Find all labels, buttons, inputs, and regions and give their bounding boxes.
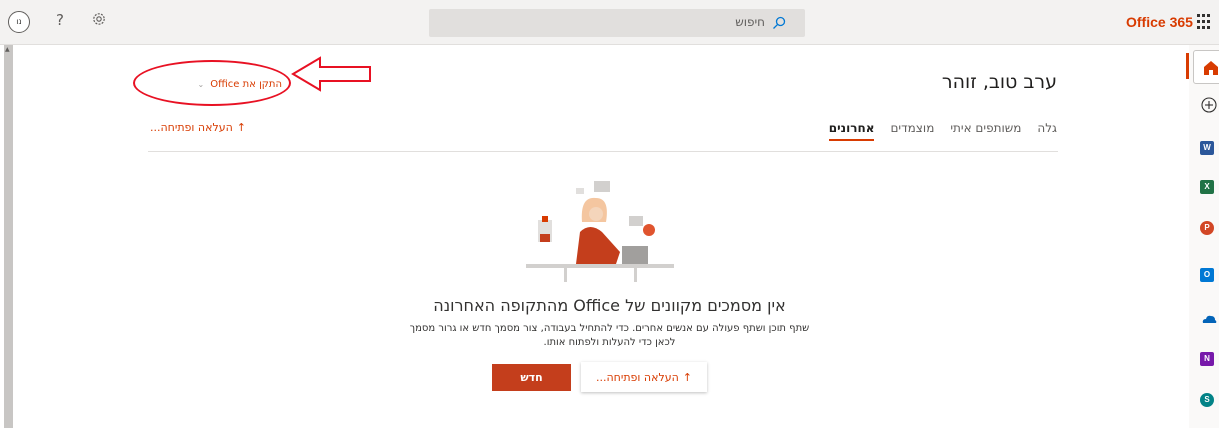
excel-icon: X [1200, 180, 1214, 194]
rail-item-add[interactable] [1200, 96, 1218, 114]
home-icon [1204, 61, 1218, 75]
upload-open-button[interactable]: ↑ העלאה ופתיחה... [581, 362, 707, 392]
sharepoint-icon: S [1200, 393, 1214, 407]
callout-arrow-icon [291, 56, 371, 92]
search-box[interactable]: חיפוש [429, 9, 805, 37]
empty-state-description: שתף תוכן ושתף פעולה עם אנשים אחרים. כדי … [0, 322, 1219, 350]
tab-recent[interactable]: אחרונים [828, 121, 875, 141]
empty-state-illustration [526, 181, 674, 282]
tab-pinned[interactable]: מוצמדים [890, 121, 934, 141]
empty-state-desc-line1: שתף תוכן ושתף פעולה עם אנשים אחרים. כדי … [409, 323, 810, 334]
page-title: ערב טוב, זוהר [941, 71, 1057, 93]
rail-item-powerpoint[interactable]: P [1200, 221, 1218, 239]
avatar[interactable]: נו [8, 11, 30, 33]
new-document-button[interactable]: חדש [492, 364, 571, 391]
brand-title[interactable]: Office 365 [1126, 14, 1193, 30]
empty-state-desc-line2: לכאן כדי להעלות ולפתוח אותו. [543, 337, 676, 348]
outlook-icon: O [1200, 268, 1214, 282]
add-icon [1201, 97, 1217, 113]
scrollbar[interactable] [4, 45, 13, 428]
upload-open-link[interactable]: ↑ העלאה ופתיחה... [150, 121, 246, 134]
divider [148, 151, 1058, 152]
empty-state-title: אין מסמכים מקוונים של Office מהתקופה האח… [433, 296, 786, 315]
gear-icon[interactable] [91, 11, 107, 27]
rail-item-sharepoint[interactable]: S [1200, 393, 1218, 411]
search-input[interactable]: חיפוש [735, 15, 765, 29]
top-bar: נו ? חיפוש Office 365 [0, 0, 1219, 45]
callout-ellipse [133, 60, 291, 106]
scroll-up-icon[interactable]: ▲ [5, 46, 10, 53]
upload-icon: ↑ [236, 121, 246, 134]
rail-item-excel[interactable]: X [1200, 180, 1218, 198]
rail-item-home[interactable] [1193, 50, 1219, 84]
rail-item-word[interactable]: W [1200, 141, 1218, 159]
rail-active-indicator [1186, 53, 1189, 79]
rail-item-onenote[interactable]: N [1200, 352, 1218, 370]
powerpoint-icon: P [1200, 221, 1214, 235]
tab-discover[interactable]: גלה [1037, 121, 1057, 141]
onenote-icon: N [1200, 352, 1214, 366]
tab-bar: אחרונים מוצמדים משותפים איתי גלה [828, 121, 1057, 141]
app-launcher-icon[interactable] [1197, 14, 1213, 30]
upload-open-label: העלאה ופתיחה... [150, 121, 233, 134]
upload-open-button-label: העלאה ופתיחה... [596, 370, 679, 384]
tab-shared-with-me[interactable]: משותפים איתי [950, 121, 1021, 141]
upload-icon: ↑ [682, 370, 692, 384]
word-icon: W [1200, 141, 1214, 155]
help-icon[interactable]: ? [56, 11, 64, 29]
search-icon [773, 16, 786, 29]
rail-item-outlook[interactable]: O [1200, 268, 1218, 286]
